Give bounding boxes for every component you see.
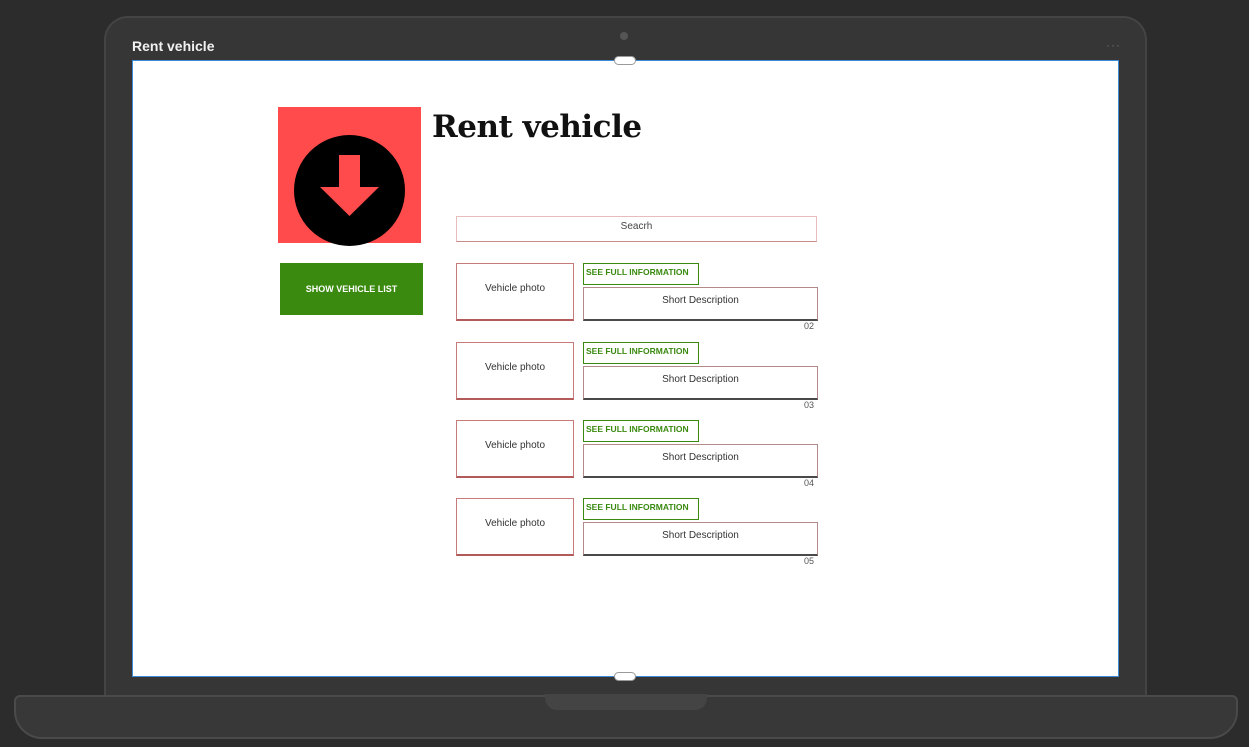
page-title: Rent vehicle bbox=[432, 109, 642, 145]
short-description: Short Description bbox=[583, 444, 818, 478]
vehicle-photo-label: Vehicle photo bbox=[484, 283, 546, 294]
short-description: Short Description bbox=[583, 366, 818, 400]
vehicle-photo[interactable]: Vehicle photo bbox=[456, 498, 574, 556]
vehicle-photo-label: Vehicle photo bbox=[484, 518, 546, 529]
list-item: Vehicle photo SEE FULL INFORMATION Short… bbox=[456, 263, 821, 333]
show-vehicle-list-button[interactable]: SHOW VEHICLE LIST bbox=[280, 263, 423, 315]
see-full-information-button[interactable]: SEE FULL INFORMATION bbox=[583, 420, 699, 442]
vehicle-photo-label: Vehicle photo bbox=[484, 440, 546, 451]
short-description-label: Short Description bbox=[662, 295, 739, 306]
see-full-information-button[interactable]: SEE FULL INFORMATION bbox=[583, 498, 699, 520]
resize-handle-bottom[interactable] bbox=[614, 672, 636, 681]
resize-handle-top[interactable] bbox=[614, 56, 636, 65]
vehicle-photo[interactable]: Vehicle photo bbox=[456, 263, 574, 321]
item-number: 02 bbox=[804, 321, 815, 331]
search-input[interactable] bbox=[456, 216, 817, 242]
vehicle-photo[interactable]: Vehicle photo bbox=[456, 342, 574, 400]
item-number: 05 bbox=[804, 556, 815, 566]
short-description-label: Short Description bbox=[662, 452, 739, 463]
laptop-notch bbox=[545, 694, 707, 710]
vehicle-photo[interactable]: Vehicle photo bbox=[456, 420, 574, 478]
arrow-down-circle-icon bbox=[294, 135, 405, 246]
short-description-label: Short Description bbox=[662, 374, 739, 385]
list-item: Vehicle photo SEE FULL INFORMATION Short… bbox=[456, 342, 821, 412]
device-mockup: Rent vehicle ··· Rent vehicle SHOW VEHIC… bbox=[0, 0, 1249, 747]
camera-icon bbox=[620, 32, 628, 40]
list-item: Vehicle photo SEE FULL INFORMATION Short… bbox=[456, 420, 821, 490]
screen: Rent vehicle SHOW VEHICLE LIST Vehicle p… bbox=[132, 60, 1119, 677]
see-full-information-button[interactable]: SEE FULL INFORMATION bbox=[583, 263, 699, 285]
short-description: Short Description bbox=[583, 522, 818, 556]
frame-title: Rent vehicle bbox=[132, 38, 215, 54]
list-item: Vehicle photo SEE FULL INFORMATION Short… bbox=[456, 498, 821, 568]
app-logo bbox=[278, 107, 421, 246]
item-number: 03 bbox=[804, 400, 815, 410]
item-number: 04 bbox=[804, 478, 815, 488]
short-description: Short Description bbox=[583, 287, 818, 321]
short-description-label: Short Description bbox=[662, 530, 739, 541]
vehicle-photo-label: Vehicle photo bbox=[484, 362, 546, 373]
more-options-icon[interactable]: ··· bbox=[1106, 38, 1121, 52]
see-full-information-button[interactable]: SEE FULL INFORMATION bbox=[583, 342, 699, 364]
